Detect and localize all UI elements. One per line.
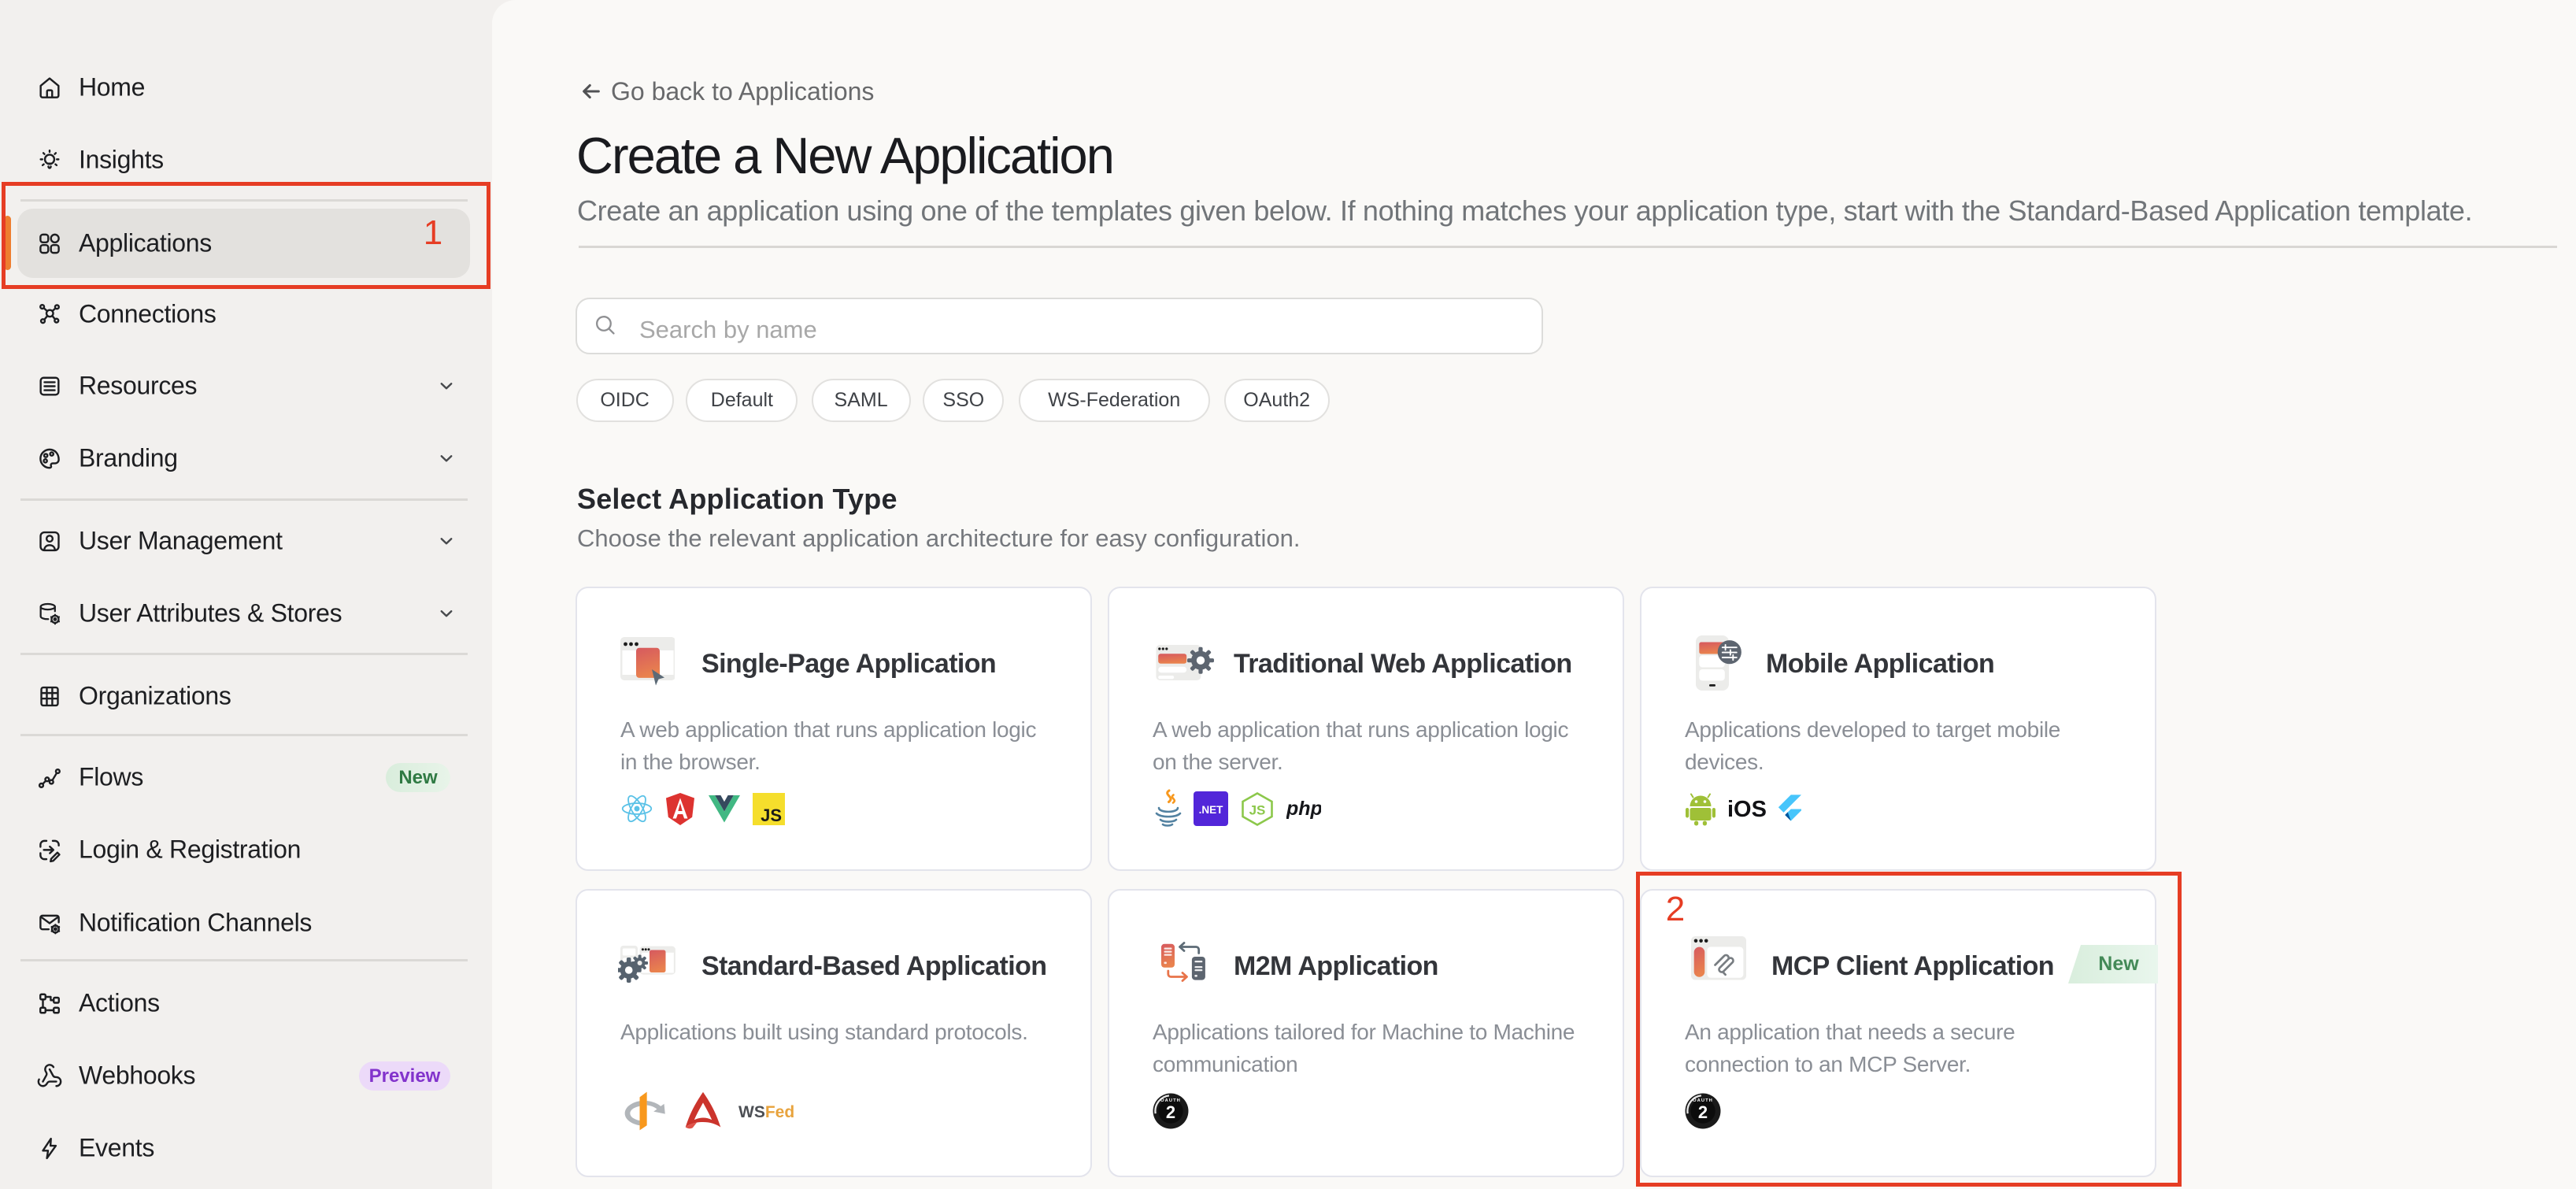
svg-text:.NET: .NET (1199, 804, 1224, 816)
svg-text:2: 2 (1166, 1102, 1175, 1122)
svg-text:JS: JS (1249, 802, 1266, 817)
svg-text:JS: JS (761, 806, 782, 825)
svg-text:WSFed: WSFed (738, 1103, 794, 1121)
svg-text:iOS: iOS (1727, 797, 1767, 822)
svg-text:php: php (1286, 798, 1321, 820)
